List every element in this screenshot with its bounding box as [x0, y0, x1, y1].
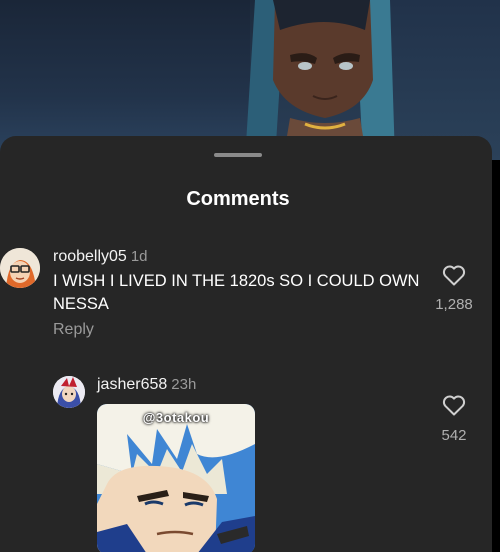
reply-avatar[interactable] [53, 376, 85, 408]
anime-character-image [97, 404, 255, 552]
reply-media-attachment[interactable]: @3otakou [97, 404, 255, 552]
cartoon-avatar-icon [0, 248, 40, 288]
reply-button[interactable]: Reply [53, 321, 94, 339]
comment-text: I WISH I LIVED IN THE 1820s SO I COULD O… [53, 272, 420, 313]
reply-header: jasher658 23h [97, 376, 196, 394]
comment-username[interactable]: roobelly05 [53, 248, 127, 265]
sheet-title: Comments [186, 188, 290, 210]
sheet-drag-handle[interactable] [214, 153, 262, 157]
reply-username[interactable]: jasher658 [97, 376, 167, 393]
like-count: 1,288 [435, 296, 473, 313]
comment-timestamp: 1d [130, 248, 148, 265]
media-watermark-tag: @3otakou [142, 410, 210, 425]
like-heart-icon[interactable] [442, 264, 466, 286]
cartoon-avatar-icon [53, 376, 85, 408]
reply-timestamp: 23h [171, 376, 197, 393]
comments-sheet: Comments roobelly05 1d I WISH I LIVED IN … [0, 136, 492, 552]
like-heart-icon[interactable] [442, 394, 466, 416]
comment-avatar[interactable] [0, 248, 40, 288]
comment-header: roobelly05 1d [53, 248, 148, 266]
like-count: 542 [441, 427, 467, 444]
